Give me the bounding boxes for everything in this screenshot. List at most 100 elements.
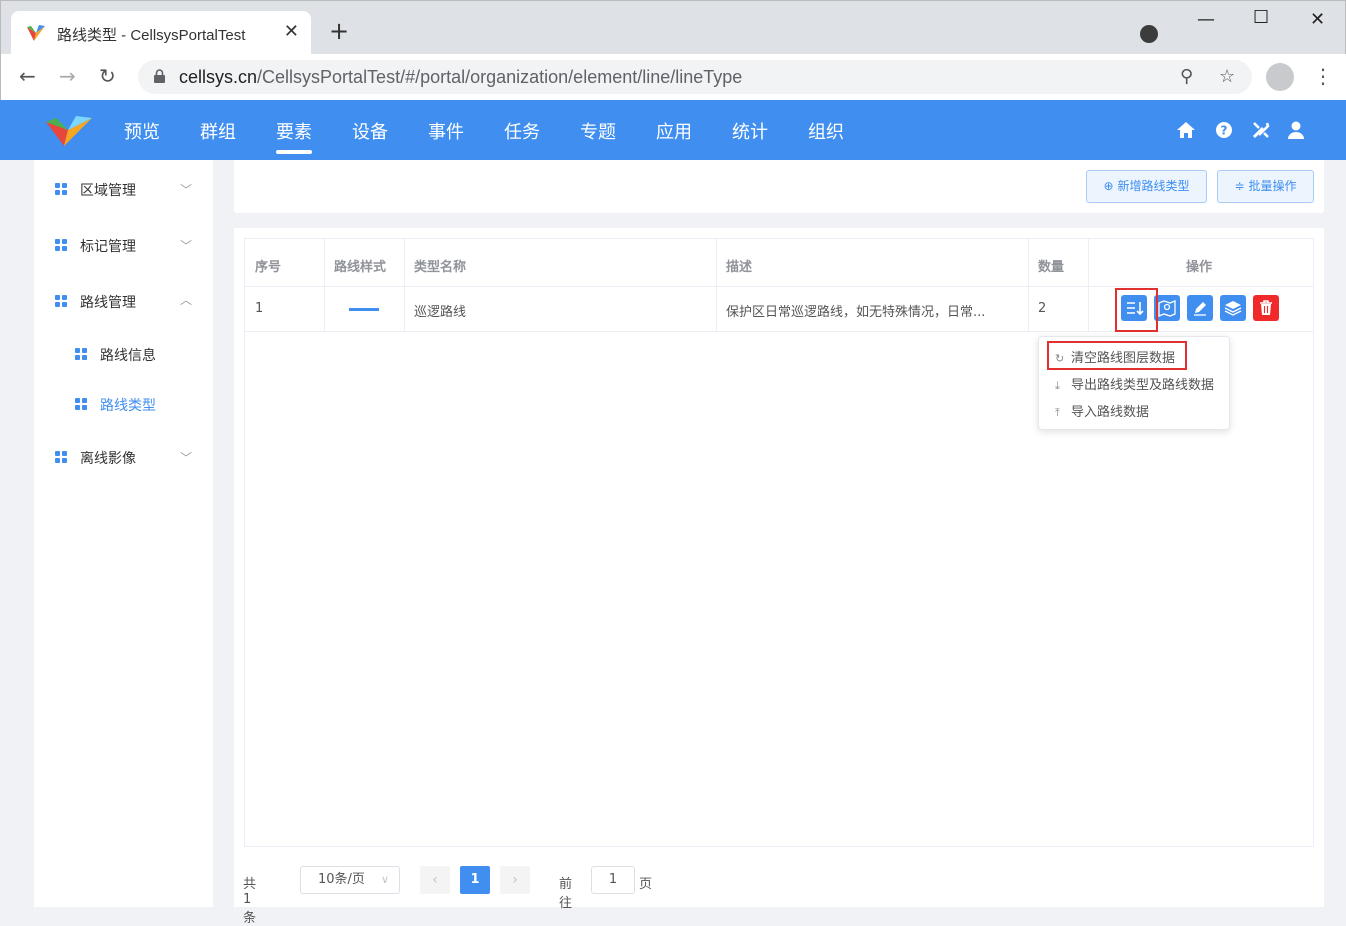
window-close-icon[interactable]: ✕ [1310,9,1325,30]
minimize-icon[interactable]: — [1197,9,1215,30]
dropdown-item-label: 导出路线类型及路线数据 [1071,378,1215,393]
user-icon[interactable] [1286,120,1306,140]
profile-avatar[interactable] [1266,63,1294,91]
column-divider [1088,239,1089,331]
header-index: 序号 [255,260,282,275]
chevron-down-icon: ﹀ [180,239,193,253]
sidebar-item-marker-management[interactable]: 标记管理 ﹀ [34,225,213,265]
next-page-button[interactable]: › [500,866,530,894]
edit-button[interactable] [1187,295,1213,321]
lock-icon [154,69,165,83]
browser-tab[interactable]: 路线类型 - CellsysPortalTest ✕ [11,11,311,54]
toolbar-card: ⊕ 新增路线类型 ≑ 批量操作 [234,160,1324,213]
sidebar: 区域管理 ﹀ 标记管理 ﹀ 路线管理 ︿ 路线信息 路线类型 离线影像 ﹀ [34,160,213,907]
goto-suffix: 页 [639,877,653,892]
sliders-icon: ≑ [1234,179,1245,193]
trash-icon [1260,300,1272,315]
maximize-icon[interactable]: ☐ [1253,7,1269,28]
plus-circle-icon: ⊕ [1103,179,1114,193]
app-header: 预览 群组 要素 设备 事件 任务 专题 应用 统计 组织 ? [0,100,1346,160]
reload-icon[interactable]: ↻ [99,64,116,88]
goto-prefix: 前往 [559,877,573,911]
highlight-box [1115,288,1158,332]
nav-organization[interactable]: 组织 [808,118,844,144]
close-tab-icon[interactable]: ✕ [284,21,299,42]
profile-dropdown-icon[interactable] [1140,25,1158,43]
sidebar-item-offline-imagery[interactable]: 离线影像 ﹀ [34,437,213,477]
nav-events[interactable]: 事件 [428,118,464,144]
url-host: cellsys.cn [179,67,258,87]
home-icon[interactable] [1176,120,1196,140]
sidebar-item-route-info[interactable]: 路线信息 [34,334,213,374]
nav-tasks[interactable]: 任务 [504,118,540,144]
new-tab-icon[interactable]: + [329,19,349,43]
nav-preview[interactable]: 预览 [124,118,160,144]
nav-stats[interactable]: 统计 [732,118,768,144]
add-route-type-button[interactable]: ⊕ 新增路线类型 [1086,170,1207,203]
url-bar[interactable]: cellsys.cn/CellsysPortalTest/#/portal/or… [138,60,1252,94]
header-description: 描述 [726,260,753,275]
svg-text:?: ? [1221,124,1228,138]
delete-button[interactable] [1253,295,1279,321]
layers-button[interactable] [1220,295,1246,321]
grid-icon [55,295,68,308]
page-number-current[interactable]: 1 [460,866,490,894]
goto-page-input[interactable]: 1 [591,866,635,894]
sidebar-item-route-management[interactable]: 路线管理 ︿ [34,281,213,321]
grid-icon [55,451,68,464]
help-icon[interactable]: ? [1214,120,1234,140]
url-path: /CellsysPortalTest/#/portal/organization… [257,67,743,87]
sidebar-item-label: 路线管理 [80,295,136,311]
grid-icon [55,183,68,196]
batch-operation-button[interactable]: ≑ 批量操作 [1217,170,1314,203]
header-actions: 操作 [1186,260,1213,275]
column-divider [404,239,405,331]
browser-menu-icon[interactable]: ⋮ [1313,64,1333,88]
prev-page-button[interactable]: ‹ [420,866,450,894]
upload-icon: ⤒ [1055,406,1060,419]
sidebar-item-label: 路线类型 [100,398,156,414]
sidebar-item-label: 区域管理 [80,183,136,199]
sidebar-item-route-type[interactable]: 路线类型 [34,384,213,424]
page-size-value: 10条/页 [318,872,365,887]
export-route-data-item[interactable]: ⤓ 导出路线类型及路线数据 [1055,374,1214,393]
forward-icon[interactable]: → [59,64,76,88]
chevron-down-icon: ∨ [380,873,389,886]
chevron-down-icon: ﹀ [180,451,193,465]
cell-index: 1 [255,301,264,316]
import-route-data-item[interactable]: ⤒ 导入路线数据 [1055,401,1149,420]
cellsys-logo-icon [46,116,92,146]
zoom-icon[interactable]: ⚲ [1180,66,1193,87]
column-divider [716,239,717,331]
main-card: 序号 路线样式 类型名称 描述 数量 操作 1 巡逻路线 保护区日常巡逻路线，如… [234,228,1324,907]
browser-chrome: 路线类型 - CellsysPortalTest ✕ + — ☐ ✕ ← → ↻… [0,0,1346,101]
tools-icon[interactable] [1251,120,1271,140]
cell-description: 保护区日常巡逻路线，如无特殊情况，日常... [726,305,986,320]
total-count: 共 1 条 [243,877,257,926]
pencil-icon [1194,302,1206,316]
grid-icon [75,398,88,411]
page-size-select[interactable]: 10条/页 ∨ [300,866,400,894]
column-divider [324,239,325,331]
column-divider [1028,239,1029,331]
bookmark-star-icon[interactable]: ☆ [1219,66,1235,87]
layers-icon [1224,301,1242,316]
url-text: cellsys.cn/CellsysPortalTest/#/portal/or… [179,67,742,88]
sidebar-item-label: 路线信息 [100,348,156,364]
sidebar-item-area-management[interactable]: 区域管理 ﹀ [34,169,213,209]
cell-name: 巡逻路线 [414,305,467,320]
sidebar-item-label: 标记管理 [80,239,136,255]
app-logo-icon [27,25,45,41]
chevron-right-icon: › [512,872,518,888]
nav-groups[interactable]: 群组 [200,118,236,144]
batch-operation-label: 批量操作 [1248,179,1297,193]
header-count: 数量 [1038,260,1065,275]
nav-active-indicator [276,150,312,154]
chevron-up-icon: ︿ [180,293,193,307]
back-icon[interactable]: ← [19,64,36,88]
nav-elements[interactable]: 要素 [276,118,312,144]
nav-topics[interactable]: 专题 [580,118,616,144]
grid-icon [55,239,68,252]
nav-devices[interactable]: 设备 [352,118,388,144]
nav-apps[interactable]: 应用 [656,118,692,144]
